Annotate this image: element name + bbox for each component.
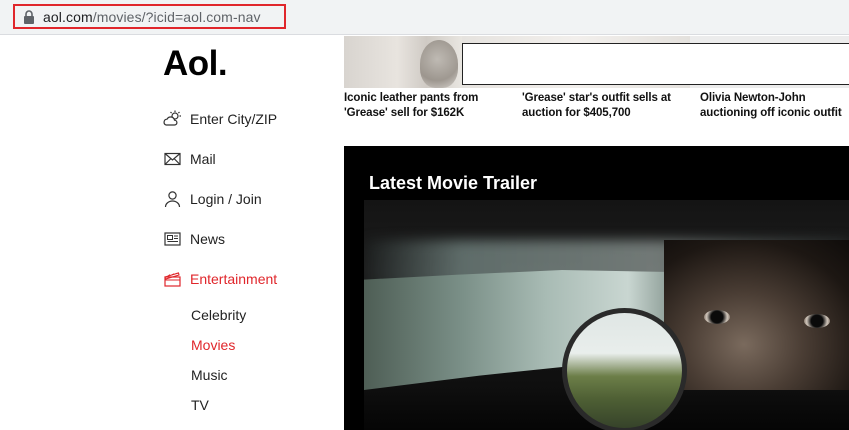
browser-address-bar: aol.com/movies/?icid=aol.com-nav [0, 0, 849, 35]
headline-1-line1: Iconic leather pants from [344, 92, 479, 104]
trailer-title: Latest Movie Trailer [369, 173, 538, 193]
headline-1[interactable]: Iconic leather pants from 'Grease' sell … [344, 91, 514, 121]
headline-2-line2: auction for $405,700 [522, 107, 631, 119]
subnav-item-movies[interactable]: Movies [191, 337, 235, 353]
nav-label-weather: Enter City/ZIP [190, 111, 278, 127]
subnav-item-tv[interactable]: TV [191, 397, 209, 413]
url-field[interactable]: aol.com/movies/?icid=aol.com-nav [13, 4, 286, 29]
entertainment-icon [164, 272, 181, 287]
headline-3-line1: Olivia Newton-John [700, 92, 806, 104]
video-eye-right [804, 314, 830, 328]
user-icon [164, 191, 181, 208]
headline-2-line1: 'Grease' star's outfit sells at [522, 92, 671, 104]
aol-logo[interactable]: Aol. [163, 44, 228, 84]
headline-3-line2: auctioning off iconic outfit [700, 107, 842, 119]
url-path: /movies/?icid=aol.com-nav [92, 8, 261, 25]
nav-label-login: Login / Join [190, 191, 262, 207]
video-eye-left [704, 310, 730, 324]
headline-1-line2: 'Grease' sell for $162K [344, 107, 465, 119]
nav-item-login[interactable]: Login / Join [163, 190, 262, 208]
subnav-item-celebrity[interactable]: Celebrity [191, 307, 246, 323]
lock-icon [24, 9, 34, 24]
nav-label-entertainment: Entertainment [190, 271, 278, 287]
video-landscape-lens[interactable] [562, 308, 687, 430]
headline-3[interactable]: Olivia Newton-John auctioning off iconic… [700, 91, 849, 121]
subnav-item-music[interactable]: Music [191, 367, 228, 383]
thumbnail-portrait [420, 40, 458, 88]
nav-label-mail: Mail [190, 151, 216, 167]
nav-item-weather[interactable]: Enter City/ZIP [163, 110, 277, 128]
overlay-input-box[interactable] [462, 43, 849, 85]
weather-icon [163, 110, 181, 126]
url-domain: aol.com [43, 8, 93, 25]
trailer-video[interactable] [364, 200, 849, 430]
nav-item-mail[interactable]: Mail [163, 150, 216, 168]
nav-item-news[interactable]: News [163, 230, 225, 248]
nav-label-news: News [190, 231, 226, 247]
nav-item-entertainment[interactable]: Entertainment [163, 270, 277, 288]
headline-thumbnail-1[interactable] [344, 36, 462, 88]
headline-2[interactable]: 'Grease' star's outfit sells at auction … [522, 91, 692, 121]
mail-icon [164, 152, 181, 166]
url-text: aol.com/movies/?icid=aol.com-nav [43, 9, 261, 25]
latest-trailer-panel: Latest Movie Trailer [344, 146, 849, 430]
news-icon [164, 232, 181, 246]
